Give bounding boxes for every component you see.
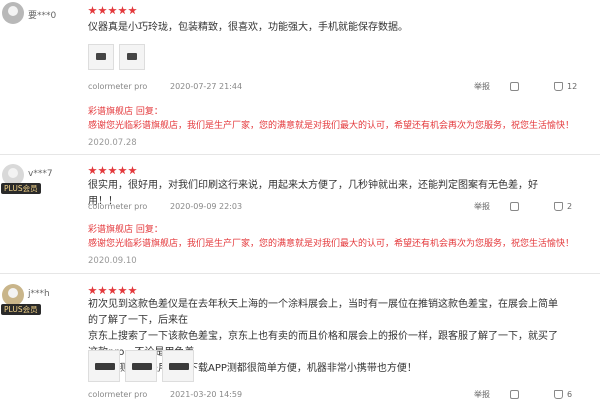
review-image-thumb[interactable] — [119, 44, 145, 70]
star-icon — [108, 286, 117, 295]
review-date: 2020-07-27 21:44 — [170, 82, 243, 91]
user-avatar[interactable] — [2, 2, 24, 24]
review-actions: 举报 12 — [474, 81, 598, 92]
star-icon — [88, 166, 97, 175]
comment-icon — [510, 82, 519, 91]
reply-date: 2020.07.28 — [88, 138, 137, 148]
plus-member-badge: PLUS会员 — [1, 304, 41, 315]
star-icon — [88, 286, 97, 295]
review-meta: colormeter pro 2020-09-09 22:03 — [88, 202, 242, 211]
product-name: colormeter pro — [88, 202, 148, 211]
reply-text: 感谢您光临彩谱旗舰店，我们是生产厂家，您的满意就是对我们最大的认可，希望还有机会… — [88, 239, 575, 249]
like-count: 2 — [567, 202, 573, 211]
review-image-thumb[interactable] — [88, 44, 114, 70]
star-icon — [128, 166, 137, 175]
report-link[interactable]: 举报 — [474, 389, 510, 400]
product-name: colormeter pro — [88, 390, 148, 399]
review-date: 2021-03-20 14:59 — [170, 390, 243, 399]
divider — [0, 273, 600, 274]
star-rating — [88, 166, 137, 176]
star-icon — [88, 6, 97, 15]
comment-button[interactable] — [510, 390, 554, 399]
plus-member-badge: PLUS会员 — [1, 183, 41, 194]
review-actions: 举报 2 — [474, 201, 598, 212]
star-icon — [98, 6, 107, 15]
reply-text: 感谢您光临彩谱旗舰店，我们是生产厂家，您的满意就是对我们最大的认可，希望还有机会… — [88, 121, 575, 131]
star-icon — [118, 286, 127, 295]
username[interactable]: j***h — [28, 289, 50, 299]
reply-date: 2020.09.10 — [88, 256, 137, 266]
star-icon — [118, 166, 127, 175]
star-rating — [88, 286, 137, 296]
user-avatar[interactable] — [2, 284, 24, 306]
comment-button[interactable] — [510, 82, 554, 91]
report-link[interactable]: 举报 — [474, 201, 510, 212]
like-button[interactable]: 2 — [554, 202, 598, 211]
review-text-line: 初次见到这款色差仪是在去年秋天上海的一个涂料展会上，当时有一展位在推销这款色差宝… — [88, 299, 558, 326]
username[interactable]: v***7 — [28, 169, 53, 179]
review-text: 仪器真是小巧玲珑，包装精致，很喜欢，功能强大，手机就能保存数据。 — [88, 22, 408, 33]
star-icon — [98, 166, 107, 175]
star-icon — [98, 286, 107, 295]
review-meta: colormeter pro 2020-07-27 21:44 — [88, 82, 242, 91]
review-actions: 举报 6 — [474, 389, 598, 400]
review-image-thumb[interactable] — [162, 350, 194, 382]
seller-reply: 彩谱旗舰店 回复： 感谢您光临彩谱旗舰店，我们是生产厂家，您的满意就是对我们最大… — [88, 223, 574, 251]
review-images — [88, 350, 194, 382]
comment-icon — [510, 202, 519, 211]
star-icon — [108, 166, 117, 175]
username[interactable]: 要***0 — [28, 8, 56, 21]
star-icon — [128, 6, 137, 15]
review-images — [88, 44, 145, 70]
review-meta: colormeter pro 2021-03-20 14:59 — [88, 390, 242, 399]
divider — [0, 154, 600, 155]
thumbs-up-icon — [554, 202, 563, 211]
report-link[interactable]: 举报 — [474, 81, 510, 92]
thumbs-up-icon — [554, 82, 563, 91]
like-button[interactable]: 12 — [554, 82, 598, 91]
reply-header: 彩谱旗舰店 回复： — [88, 225, 163, 235]
star-icon — [108, 6, 117, 15]
reply-header: 彩谱旗舰店 回复： — [88, 107, 163, 117]
like-count: 12 — [567, 82, 578, 91]
like-count: 6 — [567, 390, 573, 399]
review-image-thumb[interactable] — [125, 350, 157, 382]
review-date: 2020-09-09 22:03 — [170, 202, 243, 211]
review-image-thumb[interactable] — [88, 350, 120, 382]
product-name: colormeter pro — [88, 82, 148, 91]
seller-reply: 彩谱旗舰店 回复： 感谢您光临彩谱旗舰店，我们是生产厂家，您的满意就是对我们最大… — [88, 105, 574, 133]
comment-icon — [510, 390, 519, 399]
like-button[interactable]: 6 — [554, 390, 598, 399]
star-rating — [88, 6, 137, 16]
comment-button[interactable] — [510, 202, 554, 211]
thumbs-up-icon — [554, 390, 563, 399]
star-icon — [118, 6, 127, 15]
star-icon — [128, 286, 137, 295]
